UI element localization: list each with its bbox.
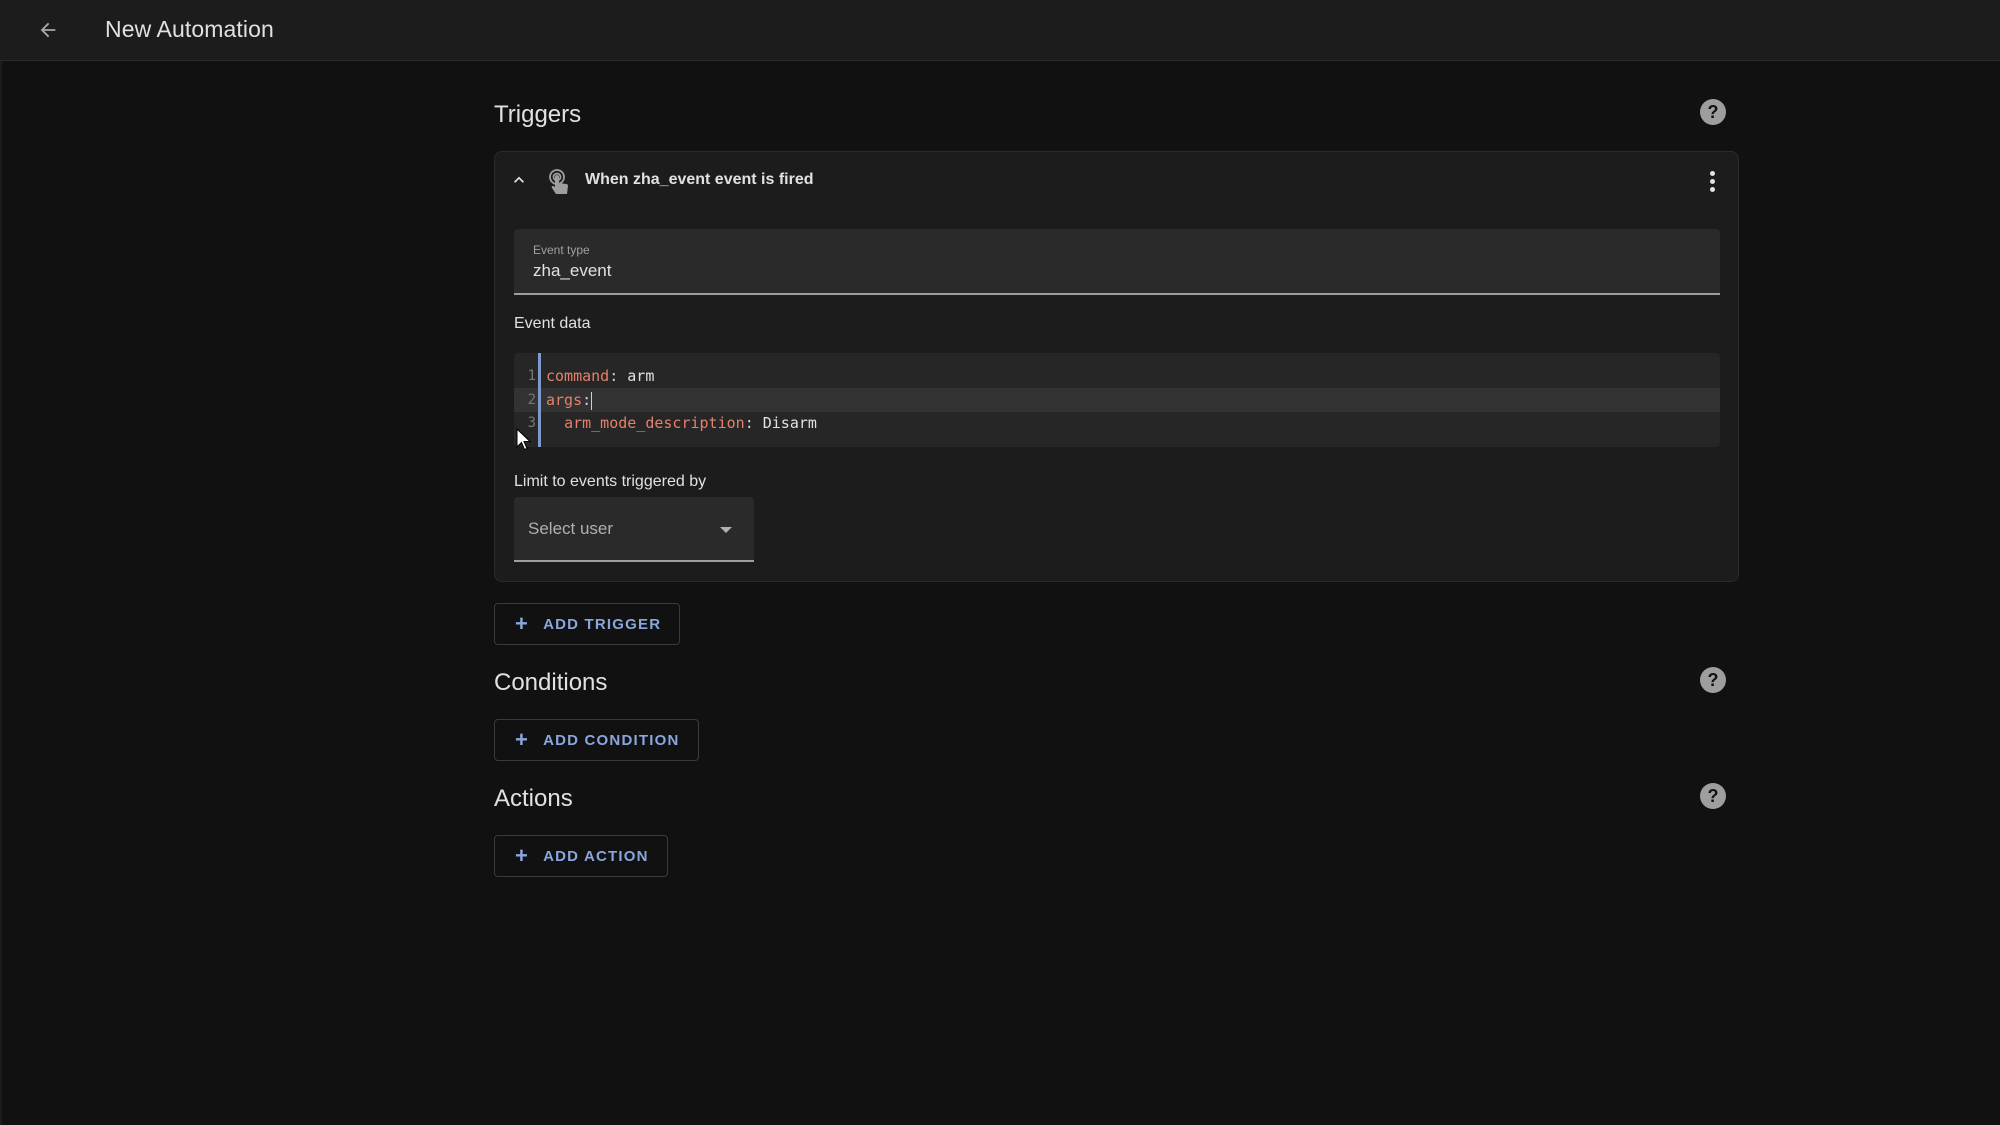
- top-app-bar: New Automation: [0, 0, 2000, 61]
- event-type-field[interactable]: Event type: [514, 229, 1720, 295]
- conditions-section-header: Conditions ?: [494, 667, 1739, 709]
- event-data-label: Event data: [514, 315, 591, 332]
- triggers-section-header: Triggers ?: [494, 99, 1739, 141]
- actions-help-button[interactable]: ?: [1700, 783, 1726, 809]
- left-edge-divider: [0, 61, 2, 1125]
- add-action-button[interactable]: + ADD ACTION: [494, 835, 668, 877]
- yaml-value: arm: [627, 367, 655, 385]
- editor-focus-bar: [538, 353, 541, 447]
- yaml-separator: :: [744, 414, 763, 432]
- event-type-input[interactable]: [533, 261, 1693, 281]
- line-number: 2: [527, 392, 536, 408]
- select-user-placeholder: Select user: [528, 519, 614, 538]
- arrow-left-icon: [40, 22, 56, 38]
- conditions-help-button[interactable]: ?: [1700, 667, 1726, 693]
- add-condition-button[interactable]: + ADD CONDITION: [494, 719, 699, 761]
- triggers-title: Triggers: [494, 101, 582, 128]
- menu-down-icon: [720, 527, 732, 533]
- event-type-label: Event type: [533, 243, 590, 257]
- triggers-help-button[interactable]: ?: [1700, 99, 1726, 125]
- line-number: 3: [527, 415, 536, 431]
- add-trigger-label: ADD TRIGGER: [543, 615, 662, 633]
- help-circle-icon: ?: [1707, 669, 1719, 690]
- gesture-tap-icon: [547, 169, 571, 195]
- trigger-card-header[interactable]: When zha_event event is fired: [495, 152, 1738, 208]
- page-title: New Automation: [105, 16, 274, 42]
- yaml-key: arm_mode_description: [564, 414, 745, 432]
- limit-users-label: Limit to events triggered by: [514, 473, 707, 490]
- dot: [1709, 178, 1715, 184]
- back-button[interactable]: [28, 12, 68, 48]
- overflow-menu-button[interactable]: [1704, 168, 1720, 194]
- line-content: arm_mode_description: Disarm: [546, 411, 817, 435]
- code-line-active[interactable]: 2 args:: [514, 388, 1720, 412]
- trigger-card-title: When zha_event event is fired: [585, 171, 814, 188]
- plus-icon: +: [515, 611, 530, 636]
- dot: [1709, 186, 1715, 192]
- help-circle-icon: ?: [1707, 785, 1719, 806]
- line-content: command: arm: [546, 364, 654, 388]
- code-line[interactable]: 3 arm_mode_description: Disarm: [514, 411, 1720, 435]
- trigger-card: When zha_event event is fired Event type…: [494, 151, 1739, 582]
- actions-title: Actions: [494, 785, 573, 812]
- yaml-separator: :: [582, 391, 592, 409]
- plus-icon: +: [515, 727, 530, 752]
- yaml-key: args: [546, 391, 583, 409]
- dots-vertical-icon: [1709, 170, 1715, 176]
- line-content: args:: [546, 388, 593, 412]
- code-line[interactable]: 1 command: arm: [514, 364, 1720, 388]
- yaml-separator: :: [609, 367, 628, 385]
- yaml-key: command: [546, 367, 610, 385]
- yaml-value: Disarm: [762, 414, 817, 432]
- add-condition-label: ADD CONDITION: [543, 731, 680, 749]
- event-data-code-editor[interactable]: 1 command: arm 2 args: 3 arm_mode_descri…: [514, 353, 1720, 447]
- text-caret: [591, 391, 593, 410]
- line-number: 1: [527, 368, 536, 384]
- collapse-button[interactable]: [507, 168, 531, 192]
- plus-icon: +: [515, 843, 530, 868]
- conditions-title: Conditions: [494, 669, 608, 696]
- add-trigger-button[interactable]: + ADD TRIGGER: [494, 603, 681, 645]
- select-user-dropdown[interactable]: Select user: [514, 497, 754, 562]
- chevron-up-icon: [514, 176, 524, 183]
- help-circle-icon: ?: [1707, 101, 1719, 122]
- actions-section-header: Actions ?: [494, 783, 1739, 825]
- add-action-label: ADD ACTION: [543, 847, 649, 865]
